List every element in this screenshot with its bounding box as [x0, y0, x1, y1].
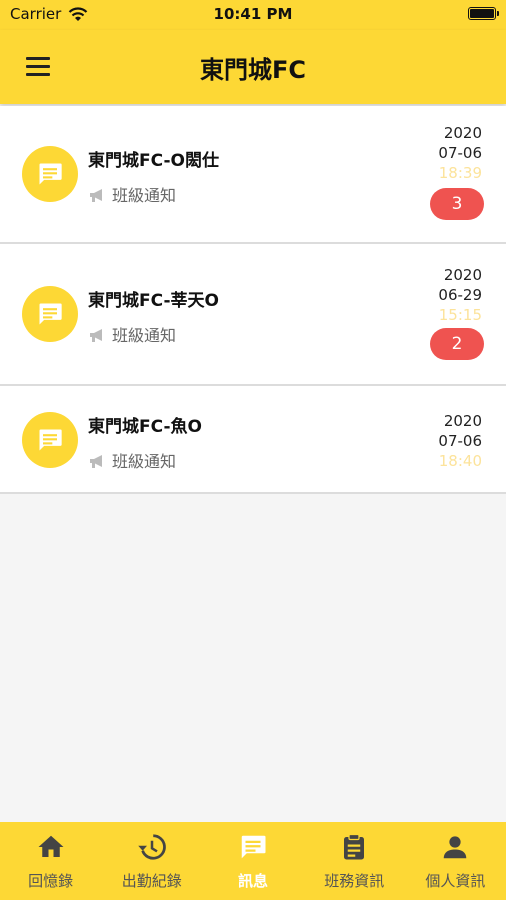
message-category-label: 班級通知: [112, 452, 177, 471]
message-item[interactable]: 東門城FC-O閎仕 班級通知 2020 07-06 18:39 3: [0, 106, 506, 244]
message-date: 06-29: [438, 286, 482, 304]
chat-avatar: [22, 146, 78, 202]
unread-badge: 3: [430, 188, 484, 220]
message-date: 07-06: [438, 144, 482, 162]
message-category: 班級通知: [88, 322, 176, 346]
chat-icon: [241, 835, 266, 859]
home-icon: [38, 835, 64, 857]
message-item[interactable]: 東門城FC-莘天O 班級通知 2020 06-29 15:15 2: [0, 244, 506, 386]
megaphone-icon: [90, 455, 102, 468]
page-title: 東門城FC: [199, 56, 306, 84]
tab-class-info[interactable]: 班務資訊: [304, 822, 405, 900]
app-bar: 東門城FC: [0, 30, 506, 104]
message-list: 東門城FC-O閎仕 班級通知 2020 07-06 18:39 3 東門城FC-…: [0, 106, 506, 494]
message-year: 2020: [443, 124, 482, 142]
message-category: 班級通知: [88, 182, 176, 206]
tab-label: 出勤紀錄: [121, 872, 182, 890]
tab-label: 班務資訊: [324, 872, 385, 890]
message-category-label: 班級通知: [112, 326, 177, 345]
chat-icon: [39, 303, 62, 325]
tab-attendance[interactable]: 出勤紀錄: [101, 822, 202, 900]
message-category: 班級通知: [88, 448, 176, 472]
tab-memories[interactable]: 回憶錄: [0, 822, 101, 900]
chat-avatar: [22, 286, 78, 342]
history-icon: [138, 834, 166, 860]
message-year: 2020: [443, 412, 482, 430]
message-time: 18:39: [438, 164, 482, 182]
message-time: 15:15: [438, 306, 482, 324]
message-category-label: 班級通知: [112, 186, 177, 205]
message-name: 東門城FC-莘天O: [88, 291, 219, 311]
message-name: 東門城FC-O閎仕: [88, 151, 219, 171]
message-name: 東門城FC-魚O: [88, 417, 202, 437]
chat-icon: [39, 163, 62, 185]
tab-label: 個人資訊: [425, 872, 486, 890]
tab-profile[interactable]: 個人資訊: [405, 822, 506, 900]
tab-messages[interactable]: 訊息: [202, 822, 303, 900]
battery-icon: [468, 7, 499, 20]
person-icon: [444, 836, 467, 859]
status-bar: Carrier 10:41 PM: [0, 0, 506, 30]
tab-label: 回憶錄: [28, 872, 74, 890]
tab-label: 訊息: [238, 872, 269, 890]
megaphone-icon: [90, 329, 102, 342]
chat-icon: [39, 429, 62, 451]
unread-badge: 2: [430, 328, 484, 360]
clipboard-icon: [344, 833, 365, 860]
message-date: 07-06: [438, 432, 482, 450]
chat-avatar: [22, 412, 78, 468]
megaphone-icon: [90, 189, 102, 202]
message-year: 2020: [443, 266, 482, 284]
message-item[interactable]: 東門城FC-魚O 班級通知 2020 07-06 18:40: [0, 386, 506, 494]
bottom-tab-bar: 回憶錄 出勤紀錄 訊息 班務資訊 個人資訊: [0, 822, 506, 900]
clock: 10:41 PM: [213, 5, 293, 23]
message-time: 18:40: [438, 452, 482, 470]
